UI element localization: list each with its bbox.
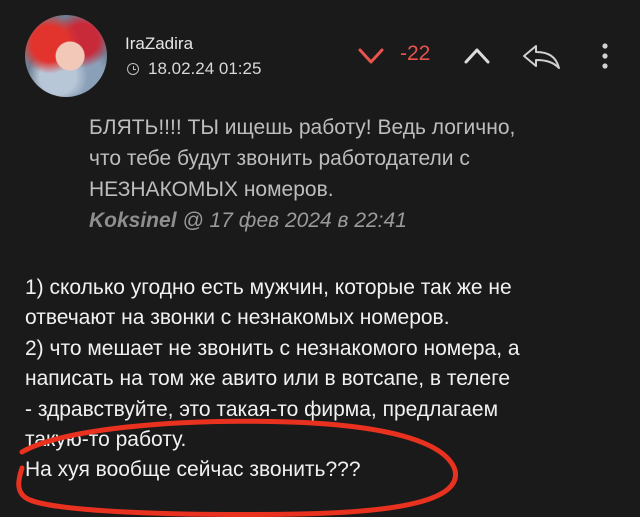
comment-line: - здравствуйте, это такая-то фирма, пред… xyxy=(25,397,499,421)
quoted-comment: БЛЯТЬ!!!! ТЫ ищешь работу! Ведь логично,… xyxy=(89,112,559,205)
reply-icon xyxy=(523,45,560,69)
comment-line: 1) сколько угодно есть мужчин, которые т… xyxy=(25,276,512,299)
avatar[interactable] xyxy=(25,15,107,97)
comment-line: написать на том же авито или в вотсапе, … xyxy=(25,367,511,391)
more-options-button[interactable] xyxy=(597,40,613,72)
chevron-up-icon xyxy=(464,48,490,64)
quote-date: @ 17 фев 2024 в 22:41 xyxy=(182,209,407,232)
quote-author-link[interactable]: Koksinel xyxy=(89,209,177,232)
comment-line: 2) что мешает не звонить с незнакомого н… xyxy=(25,336,520,360)
comment-score: -22 xyxy=(400,42,431,65)
chevron-down-icon xyxy=(358,48,384,64)
username[interactable]: IraZadira xyxy=(125,34,193,54)
more-vertical-icon xyxy=(602,43,608,69)
vote-down-button[interactable] xyxy=(357,44,385,68)
reply-button[interactable] xyxy=(520,40,562,72)
quote-attribution: Koksinel @ 17 фев 2024 в 22:41 xyxy=(89,209,407,233)
quote-line: БЛЯТЬ!!!! ТЫ ищешь работу! Ведь логично, xyxy=(89,116,516,139)
quote-line: что тебе будут звонить работодатели с xyxy=(89,147,470,170)
comment-body: 1) сколько угодно есть мужчин, которые т… xyxy=(25,273,625,486)
vote-up-button[interactable] xyxy=(463,44,491,68)
comment-line: отвечают на звонки с незнакомых номеров. xyxy=(25,306,450,330)
quote-line: НЕЗНАКОМЫХ номеров. xyxy=(89,178,334,201)
post-timestamp: 18.02.24 01:25 xyxy=(148,59,262,78)
clock-icon xyxy=(127,63,139,75)
comment-line: На хуя вообще сейчас звонить??? xyxy=(25,458,361,482)
comment-line: такую-то работу. xyxy=(25,428,187,452)
